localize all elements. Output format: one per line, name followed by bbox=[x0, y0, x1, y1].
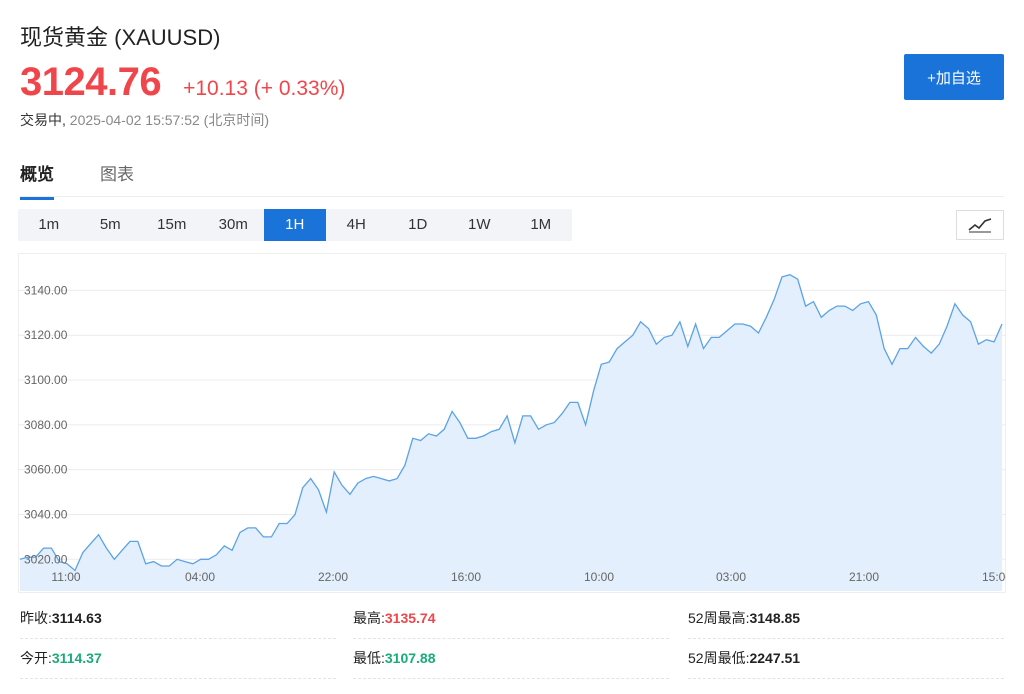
stat-label: 52周最高: bbox=[688, 610, 750, 626]
stat-label: 今开: bbox=[20, 650, 52, 666]
stat-52w-low: 52周最低:2247.51 bbox=[688, 638, 1004, 679]
stat-open: 今开:3114.37 bbox=[20, 638, 336, 679]
last-price: 3124.76 bbox=[20, 60, 162, 104]
interval-1mo[interactable]: 1M bbox=[510, 209, 572, 241]
interval-4h[interactable]: 4H bbox=[326, 209, 388, 241]
interval-1h[interactable]: 1H bbox=[264, 209, 326, 241]
x-tick-label: 04:00 bbox=[185, 570, 215, 584]
tab-chart[interactable]: 图表 bbox=[100, 160, 134, 197]
x-tick-label: 10:00 bbox=[584, 570, 614, 584]
stat-label: 昨收: bbox=[20, 610, 52, 626]
price-area bbox=[20, 274, 1002, 591]
stat-value: 3107.88 bbox=[384, 650, 436, 666]
stat-label: 52周最低: bbox=[688, 650, 750, 666]
x-tick-label: 11:00 bbox=[51, 570, 80, 584]
interval-selector: 1m 5m 15m 30m 1H 4H 1D 1W 1M bbox=[18, 209, 572, 241]
chart-canvas: 3020.00 3040.00 3060.00 3080.00 3100.00 3120.… bbox=[18, 274, 1006, 591]
stat-high: 最高:3135.74 bbox=[353, 598, 669, 639]
y-tick-label: 3140.00 bbox=[24, 283, 68, 297]
x-tick-label: 15:00 bbox=[982, 570, 1006, 584]
x-tick-label: 22:00 bbox=[318, 570, 348, 584]
tab-overview[interactable]: 概览 bbox=[20, 160, 54, 200]
add-watchlist-button[interactable]: +加自选 bbox=[904, 54, 1004, 100]
interval-5m[interactable]: 5m bbox=[80, 209, 142, 241]
x-tick-label: 21:00 bbox=[849, 570, 879, 584]
stat-low: 最低:3107.88 bbox=[353, 638, 669, 679]
stat-value: 3114.37 bbox=[51, 650, 102, 666]
y-tick-label: 3060.00 bbox=[24, 463, 68, 477]
stat-prev-close: 昨收:3114.63 bbox=[20, 598, 336, 639]
line-chart-icon bbox=[968, 218, 992, 233]
interval-1m[interactable]: 1m bbox=[18, 209, 80, 241]
stat-value: 3148.85 bbox=[749, 610, 801, 626]
interval-1w[interactable]: 1W bbox=[449, 209, 511, 241]
tab-bar: 概览 图表 bbox=[20, 150, 1004, 200]
price-change: +10.13 (+ 0.33%) bbox=[183, 77, 346, 100]
x-tick-label: 03:00 bbox=[716, 570, 746, 584]
price-row: 3124.76 +10.13 (+ 0.33%) bbox=[20, 60, 345, 106]
y-tick-label: 3040.00 bbox=[24, 507, 68, 521]
y-tick-label: 3100.00 bbox=[24, 373, 68, 387]
interval-1d[interactable]: 1D bbox=[387, 209, 449, 241]
trading-status: 交易中, 2025-04-02 15:57:52 (北京时间) bbox=[20, 110, 269, 130]
status-label: 交易中, bbox=[20, 112, 66, 128]
chart-type-button[interactable] bbox=[956, 210, 1004, 240]
interval-15m[interactable]: 15m bbox=[141, 209, 203, 241]
timestamp: 2025-04-02 15:57:52 (北京时间) bbox=[69, 112, 269, 128]
stat-52w-high: 52周最高:3148.85 bbox=[688, 598, 1004, 639]
stat-value: 3135.74 bbox=[384, 610, 436, 626]
y-tick-label: 3020.00 bbox=[24, 552, 68, 566]
instrument-title: 现货黄金 (XAUUSD) bbox=[20, 25, 221, 50]
y-tick-label: 3080.00 bbox=[24, 418, 68, 432]
y-tick-label: 3120.00 bbox=[24, 328, 68, 342]
stat-label: 最低: bbox=[353, 650, 385, 666]
stat-value: 3114.63 bbox=[51, 610, 102, 626]
interval-30m[interactable]: 30m bbox=[203, 209, 265, 241]
x-tick-label: 16:00 bbox=[451, 570, 481, 584]
price-chart[interactable]: 3020.00 3040.00 3060.00 3080.00 3100.00 3120.… bbox=[18, 253, 1006, 593]
stat-label: 最高: bbox=[353, 610, 385, 626]
stat-value: 2247.51 bbox=[749, 650, 801, 666]
